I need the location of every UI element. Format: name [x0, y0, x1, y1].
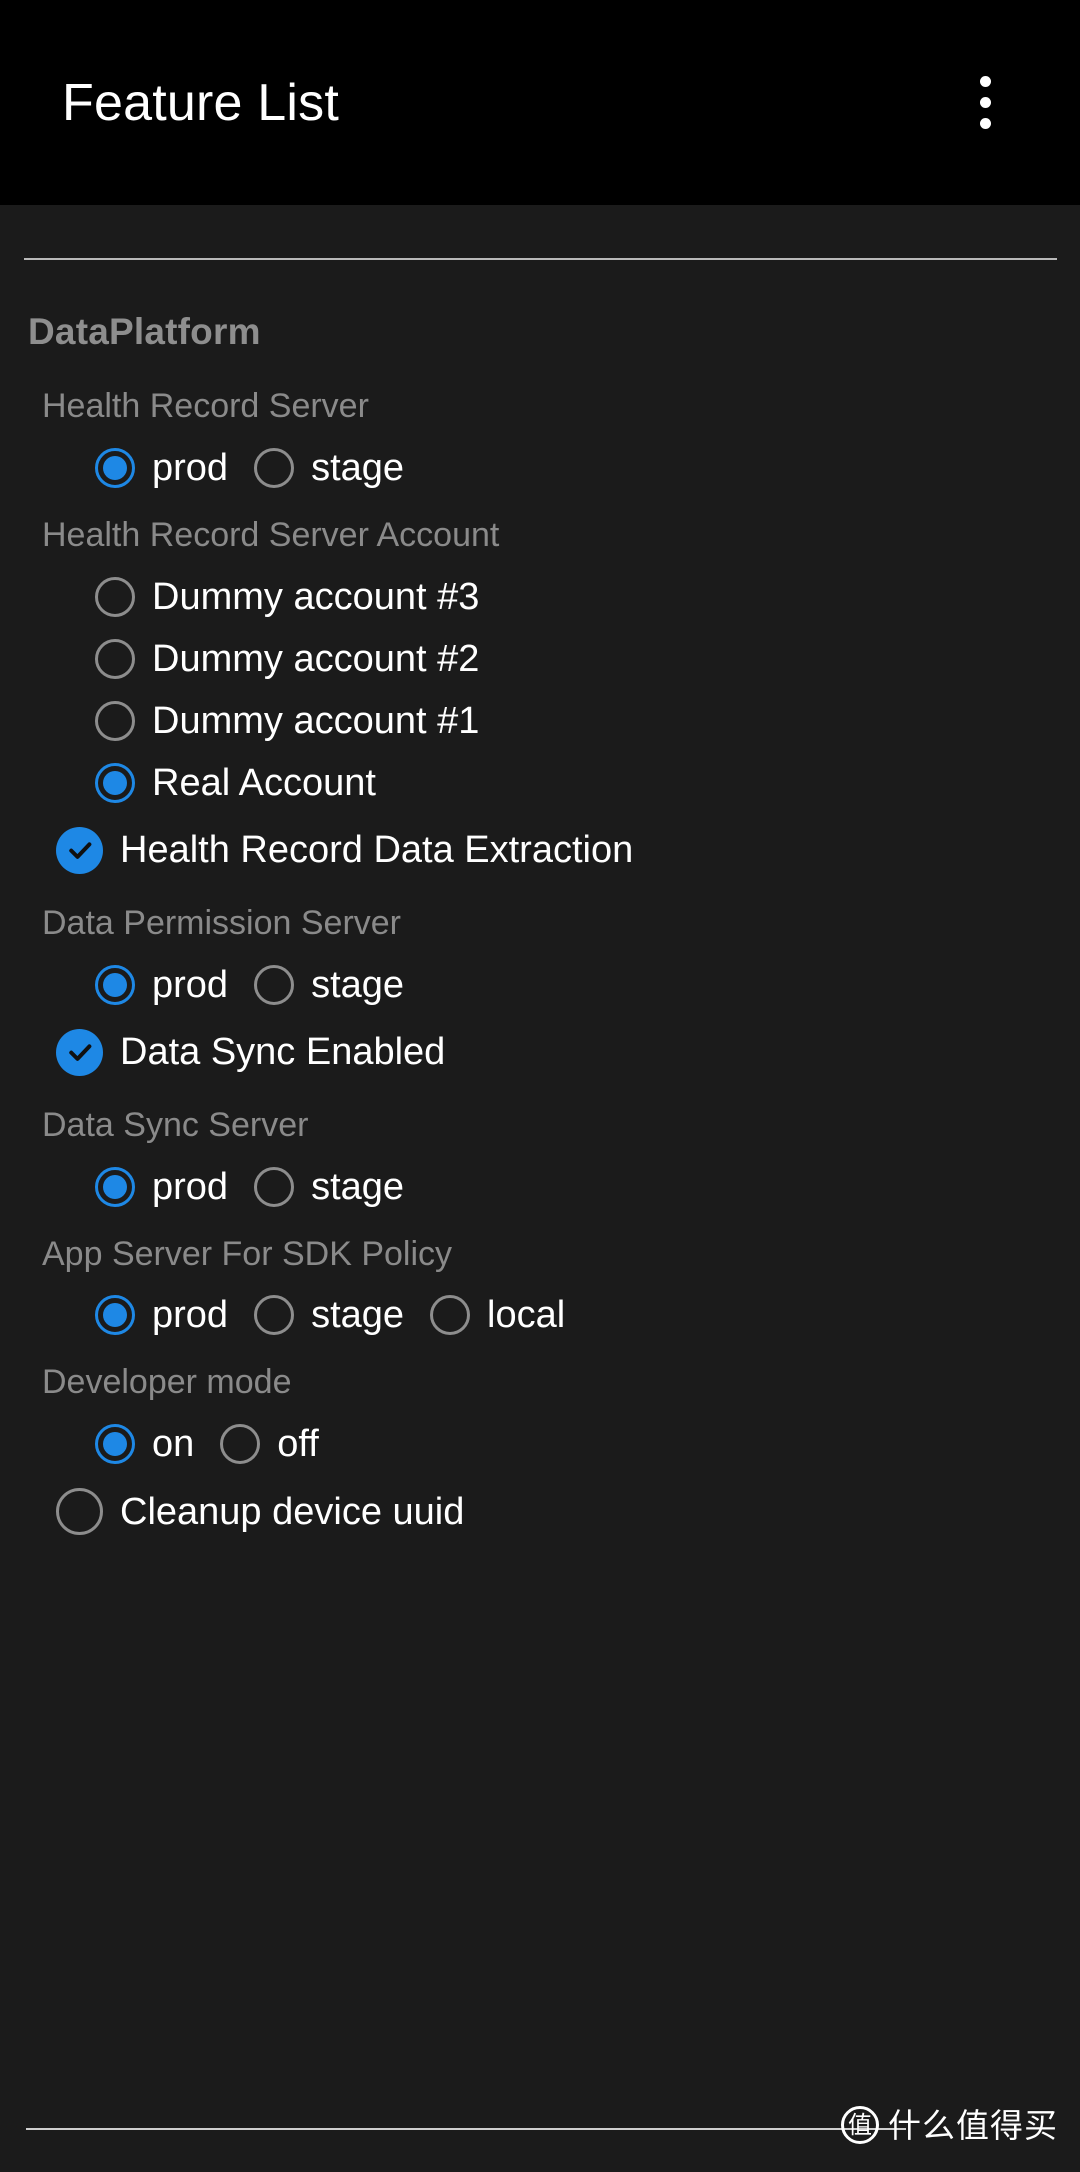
checkbox-row[interactable]: Cleanup device uuid [0, 1475, 1080, 1548]
app-bar: Feature List [0, 0, 1080, 205]
radio-option-label: prod [152, 1165, 229, 1208]
radio-row: prod stage local [0, 1284, 1080, 1346]
radio-unselected-icon[interactable] [95, 576, 135, 617]
radio-option-label: off [277, 1423, 319, 1466]
radio-option-label: Dummy account #1 [152, 699, 480, 742]
radio-option[interactable]: Real Account [95, 761, 376, 804]
radio-option[interactable]: on [95, 1423, 195, 1466]
page-title: Feature List [62, 73, 339, 132]
radio-unselected-icon[interactable] [254, 448, 295, 489]
radio-unselected-icon[interactable] [220, 1424, 261, 1465]
radio-option[interactable]: stage [254, 1294, 405, 1337]
radio-option[interactable]: off [220, 1423, 319, 1466]
radio-option-label: prod [152, 447, 229, 490]
checkbox-checked-icon[interactable] [56, 1028, 103, 1076]
radio-row: prod stage [0, 437, 1080, 499]
watermark-bar: 值 什么值得买 [0, 2092, 1080, 2172]
radio-option-label: Real Account [152, 761, 376, 804]
radio-option[interactable]: Dummy account #2 [95, 637, 480, 680]
pref-title: Developer mode [42, 1363, 292, 1402]
radio-unselected-icon[interactable] [95, 700, 135, 741]
radio-option-label: prod [152, 963, 229, 1006]
radio-unselected-icon[interactable] [254, 1295, 295, 1336]
radio-selected-icon[interactable] [95, 1424, 135, 1465]
checkbox-unchecked-icon[interactable] [56, 1488, 103, 1536]
radio-selected-icon[interactable] [95, 964, 135, 1005]
preference-list: DataPlatform Health Record Server prod stag… [0, 288, 1080, 1548]
radio-row: Dummy account #1 [0, 690, 1080, 752]
pref-title: Data Permission Server [42, 903, 402, 942]
radio-row: Dummy account #3 [0, 566, 1080, 628]
smzdm-logo-icon: 值 [841, 2106, 879, 2144]
checkbox-label: Cleanup device uuid [120, 1490, 465, 1533]
radio-selected-icon[interactable] [95, 1295, 135, 1336]
bottom-divider [26, 2128, 906, 2130]
radio-option-label: Dummy account #2 [152, 637, 480, 680]
phone-screen: Feature List DataPlatform Health Record S… [0, 0, 1080, 2172]
radio-row: Dummy account #2 [0, 628, 1080, 690]
radio-option-label: stage [311, 963, 405, 1006]
pref-title: Health Record Server Account [42, 516, 500, 555]
radio-option-label: prod [152, 1294, 229, 1337]
checkbox-label: Health Record Data Extraction [120, 829, 634, 872]
radio-row: prod stage [0, 1156, 1080, 1218]
radio-option[interactable]: prod [95, 1294, 229, 1337]
radio-option-label: stage [311, 447, 405, 490]
dot-1 [979, 76, 991, 87]
dot-2 [979, 97, 991, 108]
radio-option-label: on [152, 1423, 195, 1466]
overflow-menu-icon[interactable] [950, 58, 1020, 148]
radio-option-label: Dummy account #3 [152, 575, 480, 618]
radio-unselected-icon[interactable] [95, 638, 135, 679]
radio-row: on off [0, 1413, 1080, 1475]
radio-option-label: stage [311, 1165, 405, 1208]
radio-option[interactable]: local [430, 1294, 566, 1337]
radio-option[interactable]: stage [254, 447, 405, 490]
checkbox-checked-icon[interactable] [56, 826, 103, 874]
radio-selected-icon[interactable] [95, 762, 135, 803]
checkbox-row[interactable]: Data Sync Enabled [0, 1016, 1080, 1089]
radio-option[interactable]: prod [95, 1165, 229, 1208]
radio-row: prod stage [0, 954, 1080, 1016]
radio-unselected-icon[interactable] [254, 964, 295, 1005]
pref-title: App Server For SDK Policy [42, 1234, 453, 1273]
radio-unselected-icon[interactable] [254, 1166, 295, 1207]
radio-option[interactable]: stage [254, 963, 405, 1006]
radio-row: Real Account [0, 752, 1080, 814]
radio-option[interactable]: Dummy account #1 [95, 699, 480, 742]
dot-3 [979, 118, 991, 129]
checkbox-row[interactable]: Health Record Data Extraction [0, 814, 1080, 887]
watermark-text: 什么值得买 [888, 2105, 1058, 2145]
radio-option[interactable]: prod [95, 447, 229, 490]
radio-option[interactable]: prod [95, 963, 229, 1006]
radio-selected-icon[interactable] [95, 448, 135, 489]
radio-selected-icon[interactable] [95, 1166, 135, 1207]
radio-unselected-icon[interactable] [430, 1295, 471, 1336]
radio-option-label: stage [311, 1294, 405, 1337]
watermark: 值 什么值得买 [841, 2106, 1058, 2144]
radio-option-label: local [487, 1294, 566, 1337]
checkbox-label: Data Sync Enabled [120, 1031, 446, 1074]
pref-title: Health Record Server [42, 387, 369, 426]
radio-option[interactable]: Dummy account #3 [95, 575, 480, 618]
group-title: DataPlatform [28, 311, 261, 352]
header-divider [24, 258, 1057, 260]
radio-option[interactable]: stage [254, 1165, 405, 1208]
pref-title: Data Sync Server [42, 1105, 309, 1144]
